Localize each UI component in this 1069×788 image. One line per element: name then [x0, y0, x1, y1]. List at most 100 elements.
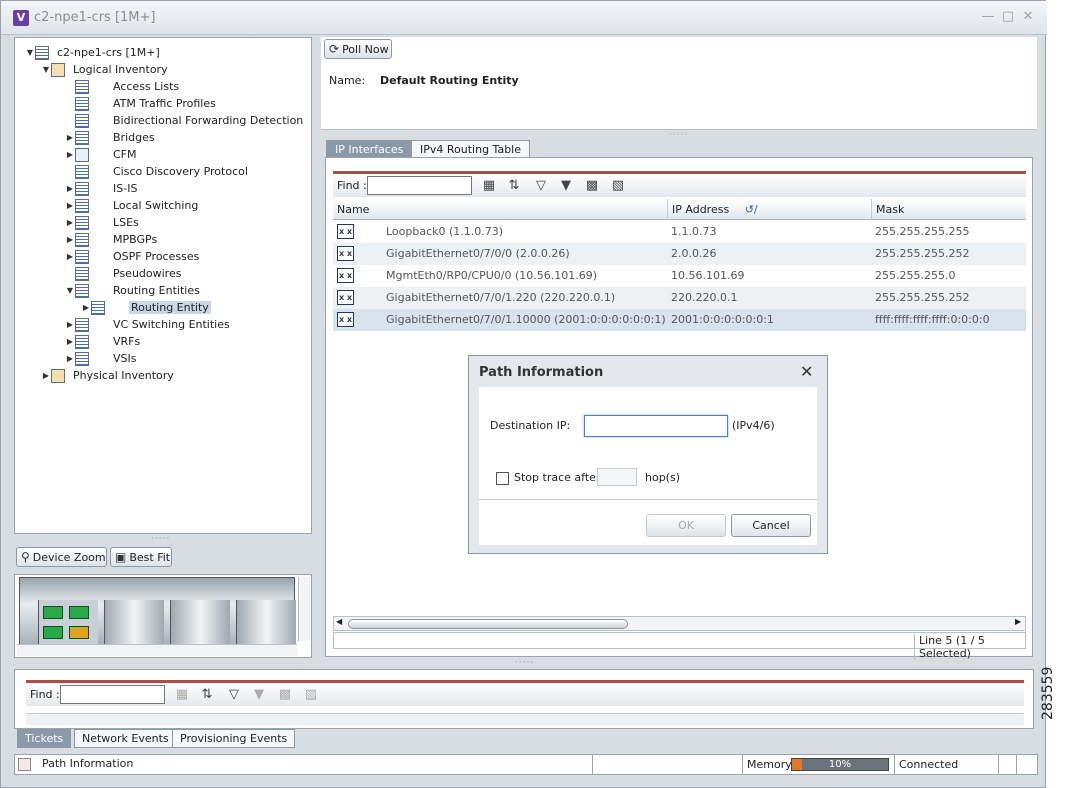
tree-item[interactable]: ▶ IS-IS	[65, 180, 137, 197]
tree-node-icon	[75, 130, 89, 145]
table-row-selected[interactable]: x x GigabitEthernet0/7/0/1.10000 (2001:0…	[333, 309, 1026, 331]
ok-button[interactable]: OK	[646, 514, 726, 537]
filter-icon[interactable]: ▽	[533, 178, 549, 194]
poll-now-button[interactable]: ⟳ Poll Now	[324, 39, 392, 59]
expand-right-icon[interactable]: ▶	[65, 184, 75, 193]
sort-icon[interactable]: ⇅	[506, 178, 522, 194]
column-header-ip-address[interactable]: IP Address ↺/	[667, 199, 871, 220]
sort-icon[interactable]: ⇅	[199, 687, 215, 703]
expand-right-icon[interactable]: ▶	[41, 371, 51, 380]
tree-item[interactable]: ▶ VSIs	[65, 350, 136, 367]
table-row[interactable]: x x GigabitEthernet0/7/0/1.220 (220.220.…	[333, 287, 1026, 309]
filter-icon[interactable]: ▽	[226, 687, 242, 703]
app-icon: V	[13, 10, 29, 26]
find-input[interactable]	[367, 176, 472, 195]
splitter-grip[interactable]: ·····	[669, 130, 688, 140]
device-hscroll[interactable]	[17, 644, 297, 656]
tab-network-events[interactable]: Network Events	[74, 729, 177, 748]
expand-right-icon[interactable]: ▶	[65, 201, 75, 210]
scroll-right-icon[interactable]: ▶	[1015, 617, 1021, 626]
line-card[interactable]	[43, 606, 63, 619]
tree-item[interactable]: Cisco Discovery Protocol	[65, 163, 248, 180]
table-row[interactable]: x x GigabitEthernet0/7/0/0 (2.0.0.26) 2.…	[333, 243, 1026, 265]
expand-right-icon[interactable]: ▶	[81, 303, 91, 312]
chassis-slot[interactable]	[170, 600, 230, 644]
save-table-icon[interactable]: ▦	[174, 687, 190, 703]
expand-right-icon[interactable]: ▶	[65, 337, 75, 346]
tree-item[interactable]: ▶ VRFs	[65, 333, 140, 350]
events-find-input[interactable]	[60, 685, 165, 704]
save-table-icon[interactable]: ▦	[481, 178, 497, 194]
message-icon	[18, 758, 31, 771]
expand-down-icon[interactable]: ▼	[65, 286, 75, 295]
expand-right-icon[interactable]: ▶	[65, 354, 75, 363]
tree-item[interactable]: ▶ Bridges	[65, 129, 155, 146]
tree-item[interactable]: Pseudowires	[65, 265, 181, 282]
clear-filter-icon[interactable]: ▩	[584, 178, 600, 194]
expand-right-icon[interactable]: ▶	[65, 235, 75, 244]
expand-right-icon[interactable]: ▶	[65, 133, 75, 142]
tree-item[interactable]: ▶ LSEs	[65, 214, 139, 231]
scroll-thumb[interactable]	[348, 619, 628, 629]
tree-item[interactable]: ▼ c2-npe1-crs [1M+]	[25, 44, 160, 61]
minimize-icon[interactable]: —	[981, 10, 995, 24]
line-card[interactable]	[69, 626, 89, 639]
chassis-slot[interactable]	[104, 600, 164, 644]
tab-ip-interfaces[interactable]: IP Interfaces	[326, 140, 413, 158]
close-icon[interactable]: ✕	[1021, 10, 1035, 24]
tree-item[interactable]: Bidirectional Forwarding Detection	[65, 112, 303, 129]
device-vscroll[interactable]	[298, 577, 310, 641]
tree-item[interactable]: ▶ MPBGPs	[65, 231, 157, 248]
line-card[interactable]	[69, 606, 89, 619]
device-view[interactable]	[14, 574, 312, 658]
chassis-slot[interactable]	[236, 600, 296, 644]
column-header-mask[interactable]: Mask	[871, 199, 1026, 220]
tree-item[interactable]: ▶ CFM	[65, 146, 137, 163]
cell-ip: 10.56.101.69	[671, 269, 745, 282]
tab-tickets[interactable]: Tickets	[17, 729, 72, 748]
expand-right-icon[interactable]: ▶	[65, 218, 75, 227]
grid-hscroll[interactable]: ◀ ▶	[333, 616, 1026, 631]
best-fit-button[interactable]: ▣ Best Fit	[110, 547, 172, 567]
device-zoom-button[interactable]: ⚲ Device Zoom	[16, 547, 107, 567]
column-chooser-icon[interactable]: ▧	[303, 687, 319, 703]
expand-down-icon[interactable]: ▼	[25, 48, 35, 57]
tree-item[interactable]: ▼ Routing Entities	[65, 282, 200, 299]
expand-down-icon[interactable]: ▼	[41, 65, 51, 74]
tree-item[interactable]: ▶ Routing Entity	[81, 299, 211, 316]
tree-item[interactable]: ATM Traffic Profiles	[65, 95, 216, 112]
close-icon[interactable]: ✕	[800, 362, 813, 381]
tree-item[interactable]: ▼ Logical Inventory	[41, 61, 168, 78]
tree-node-icon	[75, 96, 89, 111]
tree-item[interactable]: ▶ VC Switching Entities	[65, 316, 230, 333]
maximize-icon[interactable]: □	[1001, 10, 1015, 24]
expand-right-icon[interactable]: ▶	[65, 320, 75, 329]
tree-item[interactable]: ▶ Local Switching	[65, 197, 198, 214]
tab-ipv4-routing-table[interactable]: IPv4 Routing Table	[411, 140, 530, 158]
tree-node-icon	[75, 198, 89, 213]
tree-item[interactable]: ▶ OSPF Processes	[65, 248, 199, 265]
tree-item-label: VRFs	[113, 335, 141, 348]
tree-item[interactable]: ▶ Physical Inventory	[41, 367, 174, 384]
scroll-left-icon[interactable]: ◀	[336, 617, 342, 626]
cancel-button[interactable]: Cancel	[731, 514, 811, 537]
chassis-slot[interactable]	[38, 600, 98, 644]
advanced-filter-icon[interactable]: ▼	[251, 687, 267, 703]
table-row[interactable]: x x Loopback0 (1.1.0.73) 1.1.0.73 255.25…	[333, 221, 1026, 243]
find-label: Find :	[337, 179, 367, 192]
destination-ip-input[interactable]	[584, 415, 728, 437]
expand-right-icon[interactable]: ▶	[65, 150, 75, 159]
advanced-filter-icon[interactable]: ▼	[558, 178, 574, 194]
device-chassis[interactable]	[19, 577, 296, 645]
line-card[interactable]	[43, 626, 63, 639]
tab-provisioning-events[interactable]: Provisioning Events	[172, 729, 296, 748]
expand-right-icon[interactable]: ▶	[65, 252, 75, 261]
column-chooser-icon[interactable]: ▧	[610, 178, 626, 194]
hop-count-input[interactable]	[597, 468, 637, 486]
splitter-grip[interactable]: ·····	[515, 658, 534, 668]
stop-trace-checkbox[interactable]	[496, 472, 509, 485]
tree-item[interactable]: Access Lists	[65, 78, 179, 95]
clear-filter-icon[interactable]: ▩	[277, 687, 293, 703]
table-row[interactable]: x x MgmtEth0/RP0/CPU0/0 (10.56.101.69) 1…	[333, 265, 1026, 287]
column-header-name[interactable]: Name	[333, 199, 667, 220]
